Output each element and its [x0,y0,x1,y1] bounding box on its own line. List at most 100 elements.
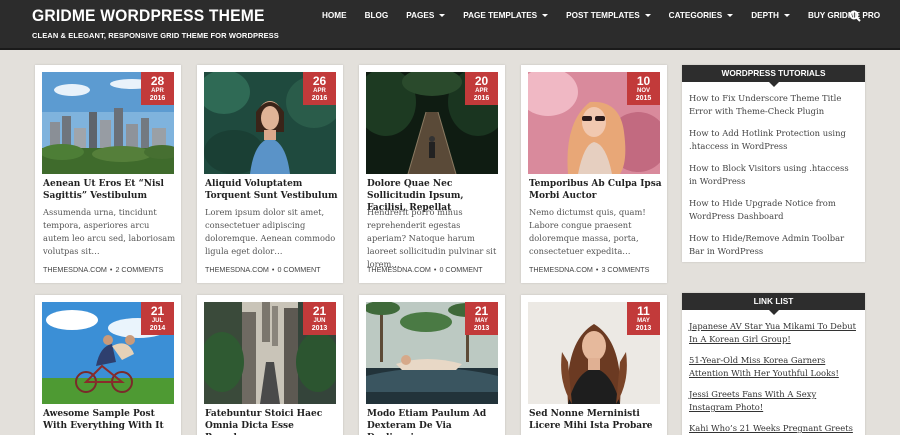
date-badge: 26 APR 2016 [303,72,336,105]
date-badge: 20 APR 2016 [465,72,498,105]
nav-page-templates[interactable]: PAGE TEMPLATES [463,11,549,20]
date-year: 2014 [149,325,166,332]
date-day: 26 [312,74,327,88]
tutorial-list: How to Fix Underscore Theme Title Error … [682,82,865,258]
post-meta: THEMESDNA.COM • 2 COMMENTS [43,265,164,274]
widget-wordpress-tutorials: WORDPRESS TUTORIALS How to Fix Underscor… [682,65,865,262]
nav-home-label: HOME [322,11,347,20]
post-excerpt: Nemo dictumst quis, quam! Labore congue … [529,207,646,256]
widget-link-list: LINK LIST Japanese AV Star Yua Mikami To… [682,293,865,435]
tutorial-link[interactable]: How to Block Visitors using .htaccess in… [689,162,858,188]
nav-categories-label: CATEGORIES [668,11,723,20]
post-title[interactable]: Aenean Ut Eros Et “Nisl Sagittis” Vestib… [43,178,177,202]
date-badge: 21 JUL 2014 [141,302,174,335]
date-year: 2013 [635,325,652,332]
nav-home[interactable]: HOME [322,11,347,20]
post-comments[interactable]: 0 COMMENT [439,265,482,274]
date-month: MAY [637,318,650,324]
post-comments[interactable]: 3 COMMENTS [601,265,649,274]
post-author[interactable]: THEMESDNA.COM [367,265,431,274]
nav-categories[interactable]: CATEGORIES [669,11,734,20]
search-icon[interactable] [849,10,861,22]
date-badge: 28 APR 2016 [141,72,174,105]
nav-buy-gridme-pro[interactable]: BUY GRIDME PRO [808,11,880,20]
nav-blog[interactable]: BLOG [365,11,389,20]
post-author[interactable]: THEMESDNA.COM [43,265,107,274]
nav-buy-label: BUY GRIDME PRO [807,11,881,20]
post-card: 28 APR 2016 Aenean Ut Eros Et “Nisl Sagi… [35,65,181,283]
post-meta: THEMESDNA.COM • 0 COMMENT [205,265,321,274]
post-title[interactable]: Awesome Sample Post With Everything With… [43,408,177,432]
date-month: MAY [475,318,488,324]
date-day: 10 [636,74,651,88]
date-year: 2013 [473,325,490,332]
post-excerpt: Lorem ipsum dolor sit amet, consectetuer… [205,207,336,256]
date-month: JUL [151,318,164,324]
date-day: 20 [474,74,489,88]
main-nav: HOME BLOG PAGES PAGE TEMPLATES POST TEMP… [322,11,880,20]
post-comments[interactable]: 0 COMMENT [277,265,320,274]
nav-depth[interactable]: DEPTH [751,11,790,20]
post-card: 21 JUN 2013 Fatebuntur Stoici Haec Omnia… [197,295,343,435]
nav-pages-label: PAGES [406,11,435,20]
chevron-down-icon [439,14,446,17]
date-badge: 21 JUN 2013 [303,302,336,335]
date-month: APR [475,88,488,94]
nav-post-templates[interactable]: POST TEMPLATES [566,11,651,20]
date-day: 11 [637,304,650,318]
date-year: 2016 [473,95,490,102]
link-list-item[interactable]: Japanese AV Star Yua Mikami To Debut In … [689,320,858,346]
post-card: 10 NOV 2015 Temporibus Ab Culpa Ipsa Mor… [521,65,667,283]
post-meta: THEMESDNA.COM • 3 COMMENTS [529,265,650,274]
tutorial-link[interactable]: How to Hide/Remove Admin Toolbar Bar in … [689,232,858,258]
date-month: NOV [636,88,650,94]
link-list-item[interactable]: Jessi Greets Fans With A Sexy Instagram … [689,388,858,414]
post-card: 21 MAY 2013 Modo Etiam Paulum Ad Dextera… [359,295,505,435]
date-badge: 10 NOV 2015 [627,72,660,105]
post-card: 20 APR 2016 Dolore Quae Nec Sollicitudin… [359,65,505,283]
link-list-item[interactable]: 51-Year-Old Miss Korea Garners Attention… [689,354,858,380]
post-author[interactable]: THEMESDNA.COM [205,265,269,274]
date-badge: 21 MAY 2013 [465,302,498,335]
date-month: APR [313,88,326,94]
post-meta: THEMESDNA.COM • 0 COMMENT [367,265,483,274]
date-year: 2013 [311,325,328,332]
date-year: 2016 [311,95,328,102]
post-excerpt: Assumenda urna, tincidunt tempora, asper… [43,207,176,256]
post-comments[interactable]: 2 COMMENTS [115,265,163,274]
chevron-down-icon [727,14,734,17]
chevron-down-icon [644,14,651,17]
site-header: GRIDME WORDPRESS THEME CLEAN & ELEGANT, … [0,0,900,50]
chevron-down-icon [542,14,549,17]
date-day: 28 [150,74,165,88]
nav-blog-label: BLOG [364,11,389,20]
post-excerpt: Hendrerit porro minus reprehenderit eges… [367,207,497,269]
post-title[interactable]: Modo Etiam Paulum Ad Dexteram De Via Dec… [367,408,501,435]
chevron-down-icon [783,14,790,17]
tutorial-link[interactable]: How to Fix Underscore Theme Title Error … [689,92,858,118]
post-title[interactable]: Sed Nonne Merninisti Licere Mihi Ista Pr… [529,408,663,432]
nav-pages[interactable]: PAGES [406,11,446,20]
date-year: 2016 [149,95,166,102]
post-title[interactable]: Fatebuntur Stoici Haec Omnia Dicta Esse … [205,408,339,435]
post-card: 26 APR 2016 Aliquid Voluptatem Torquent … [197,65,343,283]
post-title[interactable]: Aliquid Voluptatem Torquent Sunt Vestibu… [205,178,339,202]
date-day: 21 [150,304,165,318]
date-month: JUN [313,318,326,324]
date-year: 2015 [635,95,652,102]
link-list-item[interactable]: Kahi Who’s 21 Weeks Pregnant Greets [689,422,858,435]
nav-page-templates-label: PAGE TEMPLATES [463,11,538,20]
widget-title: WORDPRESS TUTORIALS [682,65,865,87]
site-title[interactable]: GRIDME WORDPRESS THEME [32,6,265,26]
date-badge: 11 MAY 2013 [627,302,660,335]
post-author[interactable]: THEMESDNA.COM [529,265,593,274]
tutorial-link[interactable]: How to Hide Upgrade Notice from WordPres… [689,197,858,223]
nav-depth-label: DEPTH [751,11,779,20]
post-title[interactable]: Temporibus Ab Culpa Ipsa Morbi Auctor [529,178,663,202]
date-day: 21 [312,304,327,318]
date-month: APR [151,88,164,94]
post-card: 11 MAY 2013 Sed Nonne Merninisti Licere … [521,295,667,435]
nav-post-templates-label: POST TEMPLATES [566,11,640,20]
link-list: Japanese AV Star Yua Mikami To Debut In … [682,310,865,435]
tutorial-link[interactable]: How to Add Hotlink Protection using .hta… [689,127,858,153]
